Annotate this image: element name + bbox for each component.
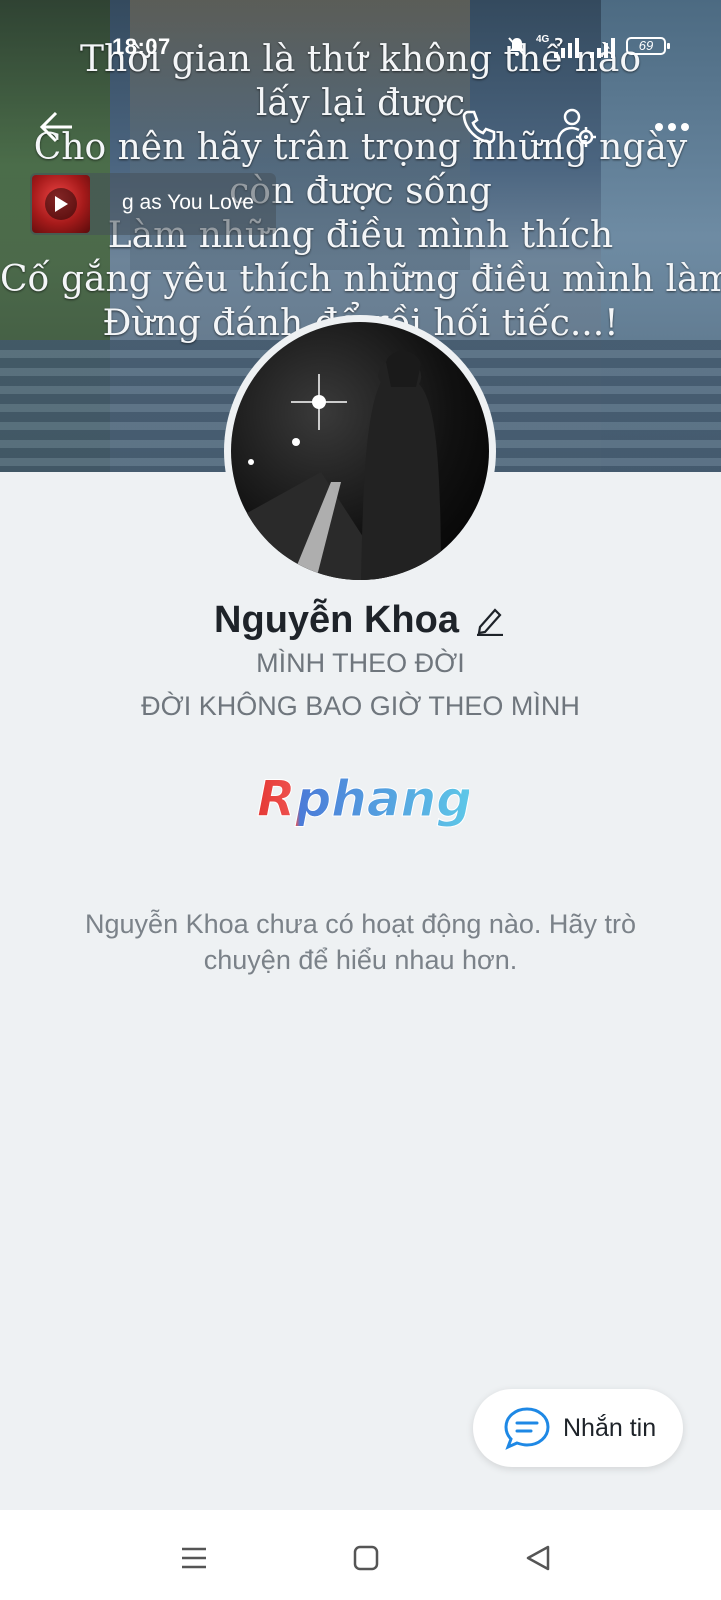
- more-icon: [655, 123, 689, 131]
- home-square-icon: [353, 1545, 379, 1571]
- profile-music-chip[interactable]: g as You Love: [30, 173, 276, 235]
- network-type: 4G: [536, 34, 550, 45]
- pencil-icon: [476, 608, 503, 636]
- profile-name: Nguyễn Khoa: [214, 598, 459, 641]
- back-triangle-icon: [526, 1545, 550, 1571]
- menu-icon: [182, 1547, 206, 1569]
- play-icon[interactable]: [45, 188, 77, 220]
- profile-bio-line2: ĐỜI KHÔNG BAO GIỜ THEO MÌNH: [141, 691, 580, 721]
- phone-icon: [462, 110, 496, 144]
- home-button[interactable]: [346, 1538, 386, 1578]
- status-bar: 18:07 4G 69: [0, 30, 721, 66]
- avatar[interactable]: [224, 315, 496, 587]
- profile-bio-line1: MÌNH THEO ĐỜI: [256, 648, 465, 678]
- signal-icon: [590, 38, 615, 58]
- battery-icon: 69: [626, 37, 670, 55]
- status-time: 18:07: [112, 34, 171, 59]
- quote-line: lấy lại được: [255, 83, 466, 124]
- signal-icon: [554, 38, 579, 58]
- more-button[interactable]: [648, 103, 696, 151]
- music-title: g as You Love: [122, 191, 254, 214]
- svg-text:Rphang: Rphang: [257, 770, 469, 828]
- mute-icon: [508, 37, 526, 57]
- back-button[interactable]: [32, 103, 80, 151]
- music-thumbnail: [32, 175, 90, 233]
- system-nav-bar: [0, 1510, 721, 1600]
- system-back-button[interactable]: [518, 1538, 558, 1578]
- call-button[interactable]: [455, 103, 503, 151]
- avatar-image: [231, 322, 489, 580]
- recent-apps-button[interactable]: [174, 1538, 214, 1578]
- user-settings-icon: [556, 108, 596, 147]
- edit-name-button[interactable]: [473, 603, 507, 637]
- quote-line: Cho nên hãy trân trọng những ngày: [33, 127, 688, 168]
- back-arrow-icon: [39, 111, 72, 143]
- user-settings-button[interactable]: [552, 103, 600, 151]
- message-button-label: Nhắn tin: [563, 1413, 657, 1442]
- watermark-logo: Rphang: [253, 770, 473, 832]
- message-button[interactable]: Nhắn tin: [473, 1389, 683, 1467]
- profile-name-row: Nguyễn Khoa: [0, 592, 721, 648]
- empty-activity-message: Nguyễn Khoa chưa có hoạt động nào. Hãy t…: [85, 909, 636, 975]
- chat-bubble-icon: [504, 1407, 550, 1450]
- quote-line: Cố gắng yêu thích những điều mình làm: [0, 259, 721, 300]
